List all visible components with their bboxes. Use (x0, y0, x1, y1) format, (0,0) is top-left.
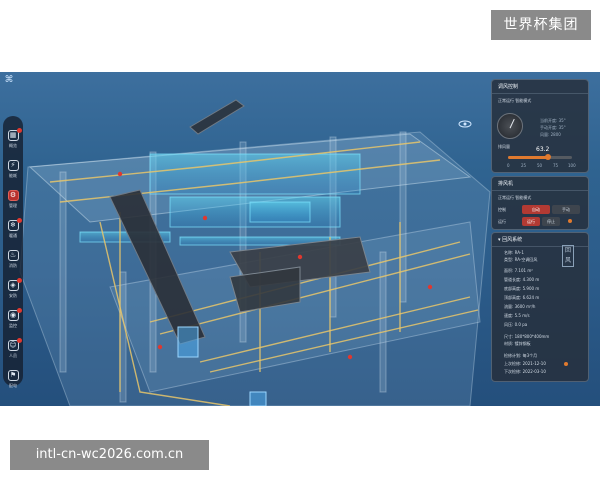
slider-fill (508, 156, 549, 159)
switch-stop-toggle[interactable]: 停止 (542, 217, 560, 226)
toolbar-item-security[interactable]: ◈ 安防 (3, 274, 23, 304)
toolbar-item-overview[interactable]: ▦ 概览 (3, 124, 23, 154)
url-watermark: intl-cn-wc2026.com.cn (10, 440, 209, 470)
notification-badge (17, 218, 22, 223)
energy-icon: ⚡ (7, 159, 19, 171)
control-auto-toggle[interactable]: 自动 (522, 205, 550, 214)
prop-pressure: 风压: 0.0 pa (504, 322, 528, 327)
slider-tick: 75 (553, 163, 559, 168)
slider-tick: 100 (568, 163, 576, 168)
slider-tick: 0 (507, 163, 510, 168)
prop-speed: 速度: 5.5 m/s (504, 313, 530, 318)
fire-icon: ♨ (7, 249, 19, 261)
prop-bottom-height: 底部高度: 5.900 m (504, 286, 540, 291)
prop-material: 材质: 镀锌钢板 (504, 341, 531, 346)
status-indicator (568, 219, 572, 223)
switch-run-toggle[interactable]: 运行 (522, 217, 540, 226)
prop-flow: 流量: 3600 m³/h (504, 304, 536, 309)
slider-handle[interactable] (545, 154, 552, 160)
blue-panel (177, 326, 199, 358)
prop-size: 尺寸: 180*800*400mm (504, 334, 550, 339)
readout-airflow: 风量: 2800 (540, 132, 561, 137)
app-logo-icon: ⌘ (4, 75, 14, 85)
control-label: 控制 (498, 207, 506, 212)
exhaust-value: 63.2 (536, 146, 550, 153)
slider-tick: 25 (521, 163, 527, 168)
toolbar-item-manage[interactable]: ⚙ 管理 (3, 184, 23, 214)
readout-manual-angle: 手动开度: 35° (540, 125, 566, 130)
panel-title: 调风控制 (492, 80, 588, 94)
toolbar-item-fire[interactable]: ♨ 消防 (3, 244, 23, 274)
readout-current-angle: 当前开度: 35° (540, 118, 566, 123)
panel-title: 排风机 (492, 177, 588, 191)
prop-type: 类型: RA-空调回风 (504, 257, 538, 262)
switch-label: 运行 (498, 219, 506, 224)
panel-exhaust-fan: 排风机 正常运行 智能模式 控制 自动 手动 运行 运行 停止 (491, 176, 589, 230)
toolbar-item-hvac[interactable]: ❄ 暖通 (3, 214, 23, 244)
3d-viewport[interactable]: ⌘ ▦ 概览 ⚡ 能耗 ⚙ 管理 ❄ 暖通 ♨ 消防 ◈ 安防 ◉ 监控 ☺ 人… (0, 72, 600, 406)
gauge-needle (509, 118, 515, 129)
panel-return-air-system: ▾ 回风系统 回风 名称: RA-1 类型: RA-空调回风 面积: 7.101… (491, 232, 589, 382)
toolbar-item-people[interactable]: ☺ 人员 (3, 334, 23, 364)
toolbar-item-camera[interactable]: ◉ 监控 (3, 304, 23, 334)
brand-watermark: 世界杯集团 (491, 10, 591, 40)
prop-maint-plan: 检修计划: 每3个月 (504, 353, 538, 358)
angle-gauge[interactable] (497, 113, 523, 139)
panel-valve-control: 调风控制 正常运行 智能模式 当前开度: 35° 手动开度: 35° 风量: 2… (491, 79, 589, 173)
location-pin (458, 120, 472, 128)
notification-badge (17, 338, 22, 343)
maintenance-indicator (564, 362, 568, 366)
gauge-label: 排风量 (498, 144, 510, 149)
manage-icon: ⚙ (7, 189, 19, 201)
toolbar-item-power[interactable]: ⚑ 配电 (3, 364, 23, 394)
control-manual-toggle[interactable]: 手动 (552, 205, 580, 214)
escalator-upper (189, 99, 245, 135)
prop-area: 面积: 7.101 m² (504, 268, 533, 273)
prop-length: 管道长度: 4.300 m (504, 277, 540, 282)
slider-tick: 50 (537, 163, 543, 168)
toolbar-item-energy[interactable]: ⚡ 能耗 (3, 154, 23, 184)
notification-badge (17, 308, 22, 313)
power-icon: ⚑ (7, 369, 19, 381)
notification-badge (17, 278, 22, 283)
notification-badge (17, 128, 22, 133)
left-toolbar: ▦ 概览 ⚡ 能耗 ⚙ 管理 ❄ 暖通 ♨ 消防 ◈ 安防 ◉ 监控 ☺ 人员 … (3, 116, 23, 388)
prop-last-check: 上次检修: 2021-12-10 (504, 361, 546, 366)
blue-panel-2 (249, 391, 267, 406)
screenshot-frame: 世界杯集团 ⌘ ▦ 概览 ⚡ 能耗 ⚙ 管理 ❄ 暖通 ♨ 消防 ◈ 安防 ◉ … (0, 0, 600, 480)
prop-name: 名称: RA-1 (504, 250, 524, 255)
mode-status: 正常运行 智能模式 (498, 195, 532, 200)
mode-status: 正常运行 智能模式 (498, 98, 532, 103)
prop-next-check: 下次检修: 2022-03-10 (504, 369, 546, 374)
exhaust-slider[interactable] (508, 154, 572, 160)
system-tag: 回风 (562, 245, 574, 267)
prop-top-height: 顶部高度: 6.624 m (504, 295, 540, 300)
